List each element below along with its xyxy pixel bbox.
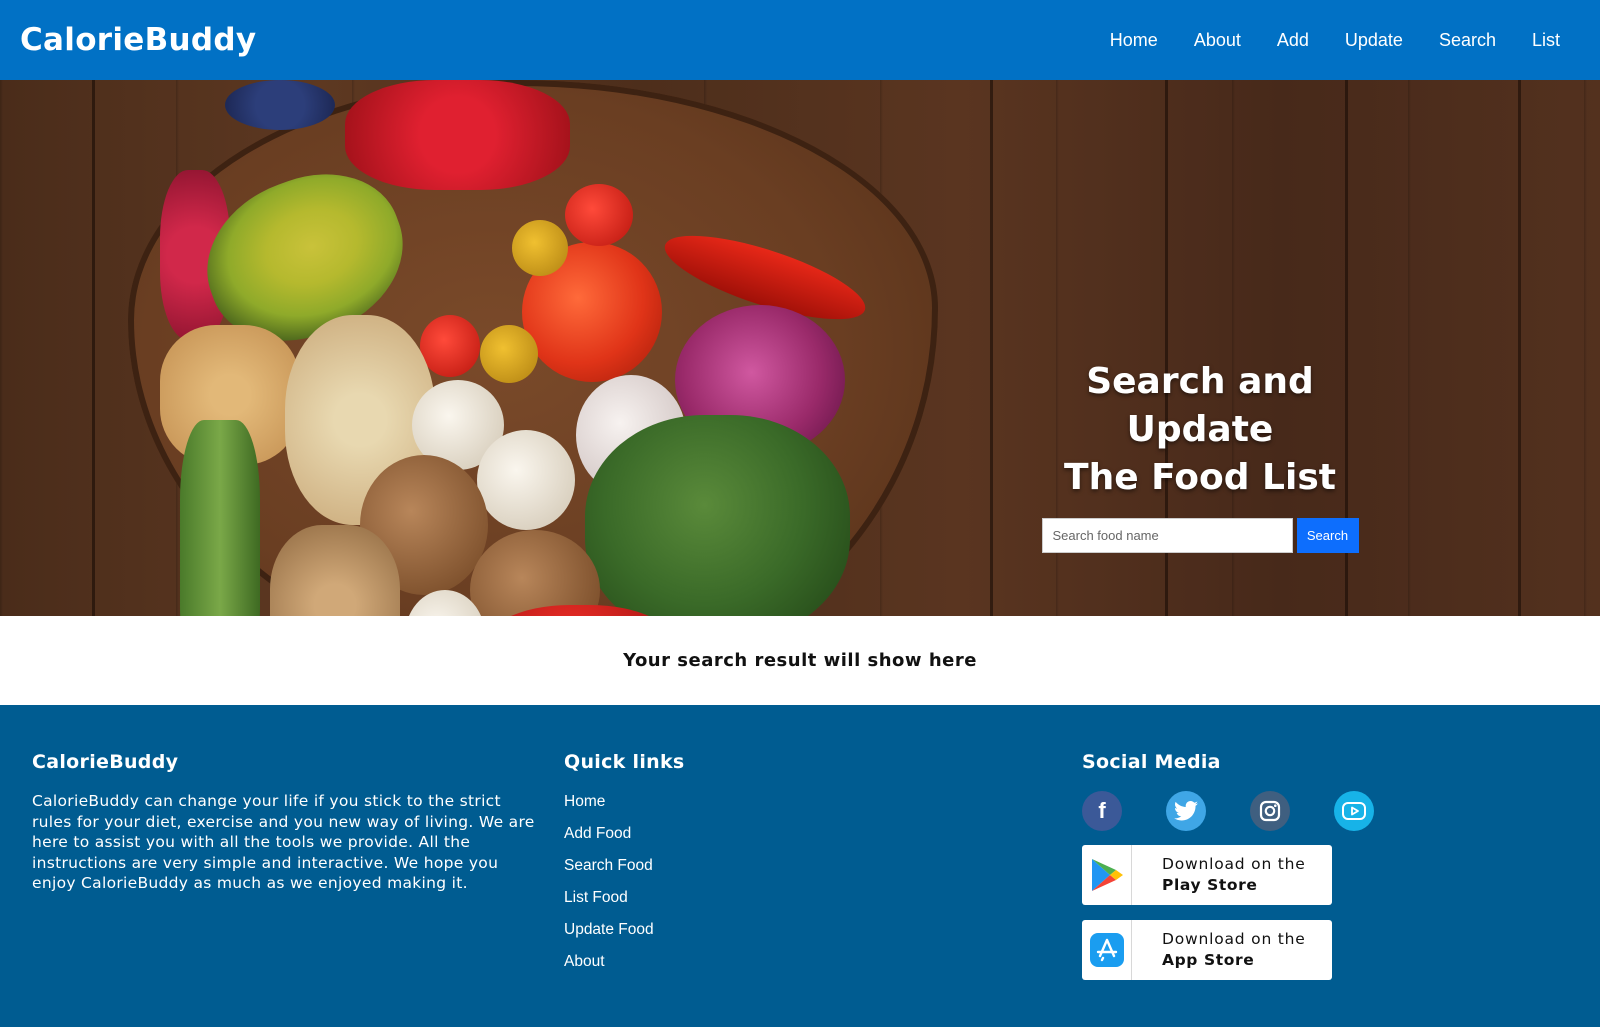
app-store-name: App Store (1162, 951, 1255, 969)
nav-about[interactable]: About (1194, 30, 1241, 51)
hero-banner: Search and Update The Food List Search (0, 80, 1600, 616)
brand-logo[interactable]: CalorieBuddy (20, 22, 256, 58)
main-nav: Home About Add Update Search List (1110, 30, 1560, 51)
cherry-tomato-image (420, 315, 480, 377)
app-store-icon (1082, 920, 1132, 980)
list-item: Home (564, 791, 1082, 811)
footer-link-home[interactable]: Home (564, 793, 605, 810)
play-store-name: Play Store (1162, 876, 1258, 894)
strawberries-image (345, 80, 570, 190)
nav-search[interactable]: Search (1439, 30, 1496, 51)
play-store-button[interactable]: Download on the Play Store (1082, 845, 1332, 905)
app-store-text: Download on the App Store (1132, 929, 1306, 971)
footer-social: Social Media f Download on the Play Stor… (1082, 751, 1374, 1027)
wood-plank-line (990, 80, 993, 616)
cherry-tomato-image (565, 184, 633, 246)
footer-links-title: Quick links (564, 751, 685, 773)
footer-link-list-food[interactable]: List Food (564, 889, 628, 906)
search-input[interactable] (1041, 518, 1293, 553)
list-item: About (564, 951, 1082, 971)
list-item: List Food (564, 887, 1082, 907)
footer-link-search-food[interactable]: Search Food (564, 857, 653, 874)
footer-about-title: CalorieBuddy (32, 751, 179, 773)
nav-update[interactable]: Update (1345, 30, 1403, 51)
list-item: Update Food (564, 919, 1082, 939)
nav-home[interactable]: Home (1110, 30, 1158, 51)
play-store-text: Download on the Play Store (1132, 854, 1306, 896)
youtube-icon[interactable] (1334, 791, 1374, 831)
nav-list[interactable]: List (1532, 30, 1560, 51)
wood-plank-line (92, 80, 95, 616)
footer-quick-links: Quick links Home Add Food Search Food Li… (564, 751, 1082, 1027)
wood-plank-line (1518, 80, 1521, 616)
facebook-icon[interactable]: f (1082, 791, 1122, 831)
site-footer: CalorieBuddy CalorieBuddy can change you… (0, 705, 1600, 1027)
asparagus-image (180, 420, 260, 616)
play-store-icon (1082, 845, 1132, 905)
social-icons: f (1082, 791, 1374, 831)
hero-title-line1: Search and Update (1086, 361, 1314, 450)
instagram-icon[interactable] (1250, 791, 1290, 831)
search-form: Search (1010, 518, 1390, 553)
list-item: Search Food (564, 855, 1082, 875)
list-item: Add Food (564, 823, 1082, 843)
twitter-icon[interactable] (1166, 791, 1206, 831)
blueberries-image (225, 80, 335, 130)
search-result-text: Your search result will show here (623, 650, 977, 671)
footer-link-add-food[interactable]: Add Food (564, 825, 631, 842)
ginger-image (270, 525, 400, 616)
footer-links-list: Home Add Food Search Food List Food Upda… (564, 791, 1082, 971)
play-store-caption: Download on the (1162, 855, 1306, 873)
footer-link-about[interactable]: About (564, 953, 605, 970)
yellow-tomato-image (512, 220, 568, 276)
search-result-area: Your search result will show here (0, 616, 1600, 705)
app-store-caption: Download on the (1162, 930, 1306, 948)
mushroom-image (477, 430, 575, 530)
footer-link-update-food[interactable]: Update Food (564, 921, 654, 938)
nav-add[interactable]: Add (1277, 30, 1309, 51)
site-header: CalorieBuddy Home About Add Update Searc… (0, 0, 1600, 80)
broccoli-image (585, 415, 850, 616)
footer-about: CalorieBuddy CalorieBuddy can change you… (32, 751, 564, 1027)
footer-about-text: CalorieBuddy can change your life if you… (32, 792, 535, 892)
search-button[interactable]: Search (1296, 518, 1359, 553)
yellow-tomato-image (480, 325, 538, 383)
hero-content: Search and Update The Food List Search (1010, 358, 1390, 553)
app-store-button[interactable]: Download on the App Store (1082, 920, 1332, 980)
footer-social-title: Social Media (1082, 751, 1221, 773)
hero-title-line2: The Food List (1064, 457, 1336, 498)
hero-title: Search and Update The Food List (1010, 358, 1390, 502)
